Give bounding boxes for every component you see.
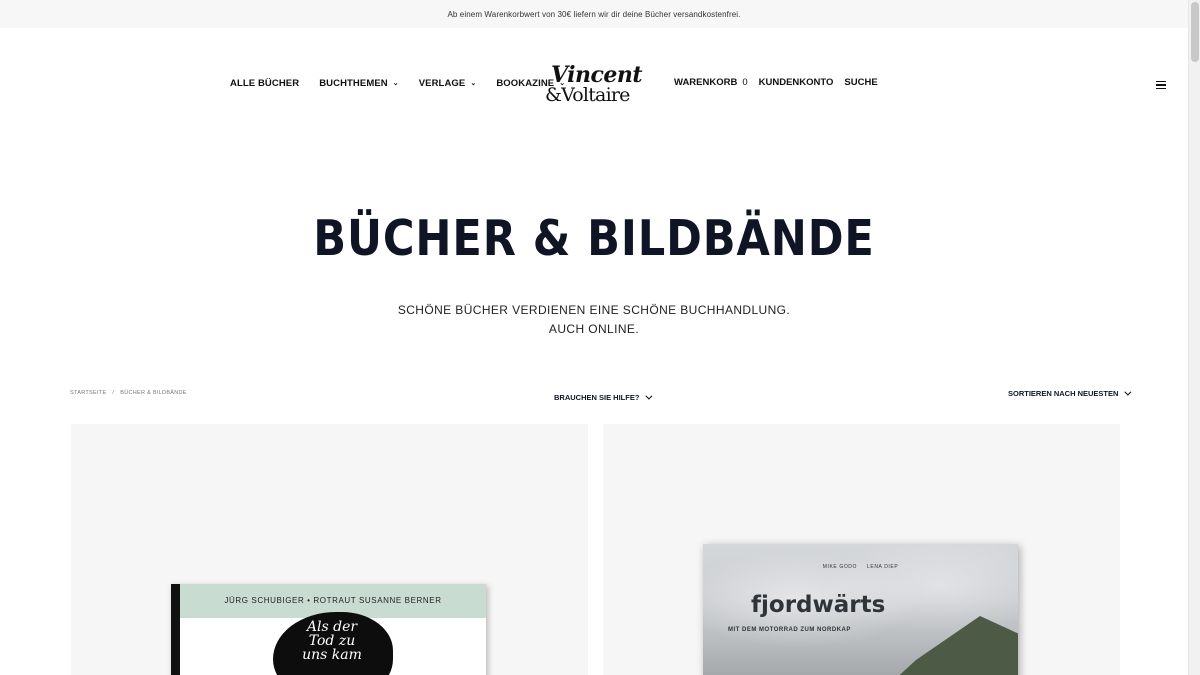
site-header: ALLE BÜCHER BUCHTHEMEN ⌄ VERLAGE ⌄ BOOKA… <box>0 28 1188 138</box>
cover-authors: JÜRG SCHUBIGER • ROTRAUT SUSANNE BERNER <box>224 596 442 605</box>
utility-nav: WARENKORB 0 KUNDENKONTO SUCHE <box>674 77 889 88</box>
account-label: KUNDENKONTO <box>758 77 834 88</box>
book-cover-image[interactable]: MIKE GODO LENA DIEP fjordwärts MIT DEM M… <box>703 544 1018 675</box>
book-spine <box>171 584 180 675</box>
account-link[interactable]: KUNDENKONTO <box>759 77 834 88</box>
page-scrollbar[interactable] <box>1188 0 1200 675</box>
breadcrumb-current: BÜCHER & BILDBÄNDE <box>120 390 187 396</box>
page-title: BÜCHER & BILDBÄNDE <box>313 210 875 267</box>
cover-subtitle: MIT DEM MOTORRAD ZUM NORDKAP <box>728 627 851 633</box>
cover-author-2: LENA DIEP <box>867 564 899 570</box>
subtitle-line-1: SCHÖNE BÜCHER VERDIENEN EINE SCHÖNE BUCH… <box>397 303 791 317</box>
product-card[interactable]: JÜRG SCHUBIGER • ROTRAUT SUSANNE BERNER … <box>71 424 588 675</box>
nav-item-label: VERLAGE <box>418 78 466 89</box>
sort-dropdown-toggle[interactable]: SORTIEREN NACH NEUESTEN <box>1008 388 1132 398</box>
help-dropdown-toggle[interactable]: BRAUCHEN SIE HILFE? <box>554 392 653 402</box>
cover-authors: MIKE GODO LENA DIEP <box>703 564 1018 570</box>
chevron-down-icon <box>1124 388 1132 396</box>
chevron-down-icon: ⌄ <box>470 79 477 87</box>
breadcrumb-separator: / <box>112 390 115 396</box>
nav-item-buchthemen[interactable]: BUCHTHEMEN ⌄ <box>319 78 399 89</box>
cover-title: Als der Tod zu uns kam <box>302 619 362 663</box>
scrollbar-thumb[interactable] <box>1191 2 1199 62</box>
nav-item-label: BUCHTHEMEN <box>319 78 388 89</box>
search-link[interactable]: SUCHE <box>844 77 877 88</box>
announcement-bar: Ab einem Warenkorbwert von 30€ liefern w… <box>0 0 1188 28</box>
cart-count: 0 <box>742 77 748 88</box>
search-label: SUCHE <box>844 77 878 88</box>
chevron-down-icon <box>645 392 653 400</box>
nav-item-verlage[interactable]: VERLAGE ⌄ <box>419 78 477 89</box>
help-label: BRAUCHEN SIE HILFE? <box>554 393 640 402</box>
site-logo[interactable]: Vincent &Voltaire <box>543 62 643 112</box>
cover-title: fjordwärts <box>751 592 886 618</box>
cart-label: WARENKORB <box>674 77 738 88</box>
page-subtitle: SCHÖNE BÜCHER VERDIENEN EINE SCHÖNE BUCH… <box>0 301 1188 339</box>
breadcrumb: STARTSEITE / BÜCHER & BILDBÄNDE <box>70 390 187 396</box>
announcement-text: Ab einem Warenkorbwert von 30€ liefern w… <box>447 9 741 19</box>
sort-label: SORTIEREN NACH NEUESTEN <box>1008 389 1119 398</box>
cover-author-1: MIKE GODO <box>822 564 858 570</box>
nav-item-alle-buecher[interactable]: ALLE BÜCHER <box>230 78 299 89</box>
book-cover-image[interactable]: JÜRG SCHUBIGER • ROTRAUT SUSANNE BERNER … <box>171 584 486 675</box>
chevron-down-icon: ⌄ <box>392 79 399 87</box>
nav-item-label: ALLE BÜCHER <box>230 78 300 89</box>
main-nav: ALLE BÜCHER BUCHTHEMEN ⌄ VERLAGE ⌄ BOOKA… <box>230 78 585 89</box>
subtitle-line-2: AUCH ONLINE. <box>548 322 640 336</box>
hamburger-icon[interactable] <box>1156 81 1166 89</box>
logo-line-2: &Voltaire <box>545 84 630 106</box>
product-card[interactable]: MIKE GODO LENA DIEP fjordwärts MIT DEM M… <box>603 424 1120 675</box>
breadcrumb-home[interactable]: STARTSEITE <box>70 390 106 396</box>
cart-link[interactable]: WARENKORB 0 <box>674 77 748 88</box>
